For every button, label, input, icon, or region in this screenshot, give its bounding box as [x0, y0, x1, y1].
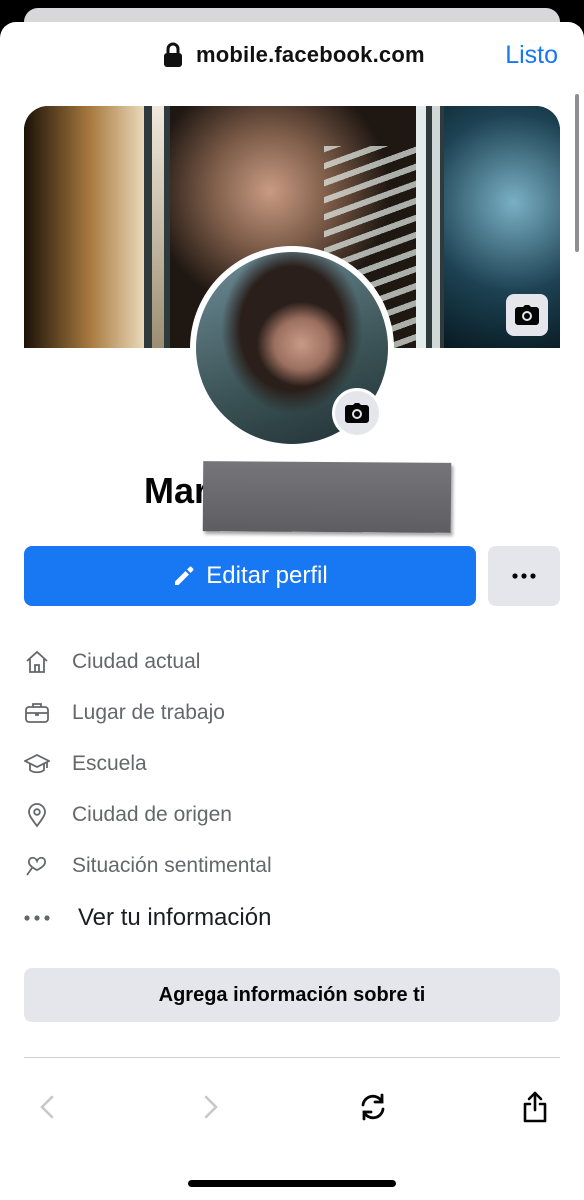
address-bar: mobile.facebook.com Listo — [0, 22, 584, 88]
info-item-label: Ciudad de origen — [72, 803, 232, 826]
forward-button[interactable] — [194, 1090, 228, 1124]
share-button[interactable] — [518, 1090, 552, 1124]
see-your-info-label: Ver tu información — [78, 904, 272, 931]
reload-icon — [361, 1093, 385, 1121]
camera-icon — [345, 403, 369, 423]
chevron-right-icon — [204, 1095, 218, 1119]
redaction-box — [202, 461, 452, 533]
more-dots-icon — [512, 573, 536, 579]
reload-button[interactable] — [356, 1090, 390, 1124]
info-item-school[interactable]: Escuela — [24, 746, 147, 782]
home-indicator[interactable] — [188, 1180, 396, 1187]
briefcase-icon — [24, 700, 50, 726]
back-button[interactable] — [30, 1090, 64, 1124]
lock-icon — [164, 42, 182, 67]
pencil-icon — [175, 566, 194, 585]
info-item-relationship[interactable]: Situación sentimental — [24, 848, 272, 884]
graduation-cap-icon — [24, 751, 50, 777]
info-item-label: Escuela — [72, 752, 147, 775]
edit-cover-button[interactable] — [506, 294, 548, 336]
url-text[interactable]: mobile.facebook.com — [196, 42, 425, 68]
heart-icon — [24, 853, 50, 879]
profile-name: Mar — [144, 470, 209, 511]
info-item-workplace[interactable]: Lugar de trabajo — [24, 695, 225, 731]
more-options-button[interactable] — [488, 546, 560, 606]
info-item-hometown[interactable]: Ciudad de origen — [24, 797, 232, 833]
browser-sheet: mobile.facebook.com Listo Mar Editar per… — [0, 22, 584, 1200]
edit-profile-picture-button[interactable] — [332, 388, 382, 438]
edit-profile-button[interactable]: Editar perfil — [24, 546, 476, 606]
done-button[interactable]: Listo — [505, 41, 558, 70]
location-pin-icon — [24, 802, 50, 828]
chevron-left-icon — [40, 1095, 54, 1119]
info-item-label: Ciudad actual — [72, 650, 201, 673]
info-item-label: Situación sentimental — [72, 854, 272, 877]
info-item-current-city[interactable]: Ciudad actual — [24, 644, 200, 680]
share-icon — [523, 1091, 547, 1123]
add-info-button[interactable]: Agrega información sobre ti — [24, 968, 560, 1022]
add-info-label: Agrega información sobre ti — [158, 983, 426, 1006]
camera-icon — [515, 305, 539, 325]
edit-profile-label: Editar perfil — [206, 562, 328, 589]
more-dots-icon — [24, 905, 50, 931]
see-your-info-link[interactable]: Ver tu información — [24, 900, 271, 936]
scroll-indicator[interactable] — [575, 94, 579, 252]
divider — [24, 1057, 560, 1058]
info-item-label: Lugar de trabajo — [72, 701, 225, 724]
home-icon — [24, 649, 50, 675]
